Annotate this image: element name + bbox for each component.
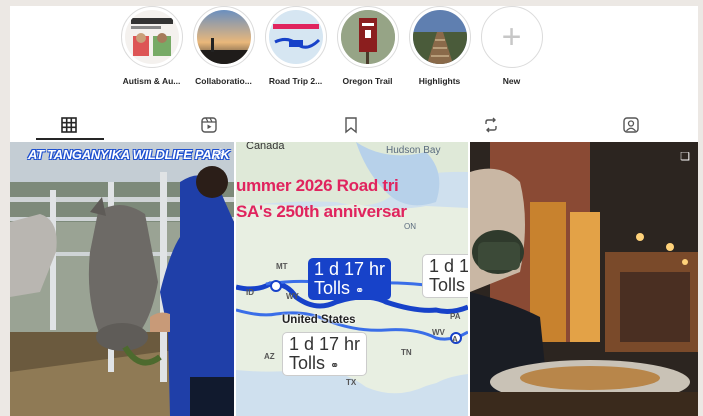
map-label-united-states: United States	[282, 314, 356, 326]
plus-icon: +	[501, 18, 522, 56]
highlight-label: Collaboratio...	[195, 76, 252, 86]
story-highlights: Autism & Au... Collaboratio... Road Trip…	[120, 6, 543, 96]
route-duration: 1 d 17 hr	[314, 259, 386, 279]
post-banner-text: AT TANGANYIKA WILDLIFE PARK	[28, 147, 230, 162]
map-title-line1: ummer 2026 Road tri	[236, 176, 399, 195]
highlight-autism[interactable]: Autism & Au...	[120, 6, 183, 96]
pin-icon: 📌︎	[212, 149, 226, 161]
route-tolls: Tolls	[314, 277, 351, 298]
map-label-hudson-bay: Hudson Bay	[386, 145, 441, 156]
highlight-label: Oregon Trail	[342, 76, 393, 86]
highlight-thumbnail	[268, 10, 323, 64]
route-time-bubble-alt[interactable]: 1 d 1 Tolls	[422, 254, 468, 298]
route-duration: 1 d 1	[429, 256, 468, 276]
map-label-on: ON	[404, 222, 416, 231]
route-time-bubble-selected[interactable]: 1 d 17 hr Tolls ⚭	[308, 258, 392, 300]
highlight-road-trip[interactable]: Road Trip 2...	[264, 6, 327, 96]
posts-grid-icon[interactable]	[60, 116, 80, 136]
highlight-oregon-trail[interactable]: Oregon Trail	[336, 6, 399, 96]
state-label: AZ	[264, 352, 275, 361]
route-duration: 1 d 17 hr	[289, 334, 361, 354]
carousel-icon: ❏	[680, 151, 690, 163]
highlight-thumbnail	[196, 10, 251, 64]
highlight-thumbnail	[124, 10, 179, 64]
highlight-label: Highlights	[418, 76, 461, 86]
map-title-line2: SA's 250th anniversar	[236, 202, 407, 221]
state-label: PA	[450, 312, 461, 321]
toll-icon: ⚭	[330, 359, 340, 372]
highlight-label: Road Trip 2...	[268, 76, 323, 86]
state-label: A	[452, 335, 458, 344]
toll-icon: ⚭	[355, 284, 365, 297]
active-tab-indicator	[36, 138, 104, 140]
posts-grid: AT TANGANYIKA WILDLIFE PARK 📌︎ Canada Hu…	[10, 142, 698, 416]
profile-frame: Autism & Au... Collaboratio... Road Trip…	[10, 6, 698, 416]
highlight-new[interactable]: + New	[480, 6, 543, 96]
highlight-highlights[interactable]: Highlights	[408, 6, 471, 96]
map-label-canada: Canada	[246, 142, 285, 152]
tagged-icon[interactable]	[622, 116, 642, 136]
highlight-label: New	[502, 76, 521, 86]
post-tile-rhino[interactable]: AT TANGANYIKA WILDLIFE PARK 📌︎	[10, 142, 234, 416]
state-label: TX	[346, 378, 357, 387]
post-tile-cafe[interactable]: ❏	[470, 142, 698, 416]
highlight-label: Autism & Au...	[122, 76, 181, 86]
saved-icon[interactable]	[342, 116, 362, 136]
state-label: ID	[246, 288, 254, 297]
highlight-thumbnail	[340, 10, 395, 64]
route-tolls: Tolls	[289, 352, 326, 373]
post-tile-road-trip-map[interactable]: Canada Hudson Bay ON ummer 2026 Road tri…	[236, 142, 468, 416]
reposts-icon[interactable]	[482, 116, 502, 136]
state-label: WY	[286, 292, 299, 301]
state-label: MT	[276, 262, 288, 271]
highlight-collaboration[interactable]: Collaboratio...	[192, 6, 255, 96]
post-image	[10, 142, 234, 416]
highlight-thumbnail	[412, 10, 467, 64]
reels-icon[interactable]	[200, 116, 220, 136]
state-label: TN	[401, 348, 412, 357]
route-time-bubble-alt-2[interactable]: 1 d 17 hr Tolls ⚭	[282, 332, 368, 376]
route-tolls: Tolls	[429, 274, 466, 295]
profile-tabs	[10, 110, 698, 140]
state-label: WV	[432, 328, 445, 337]
post-image	[470, 142, 698, 416]
